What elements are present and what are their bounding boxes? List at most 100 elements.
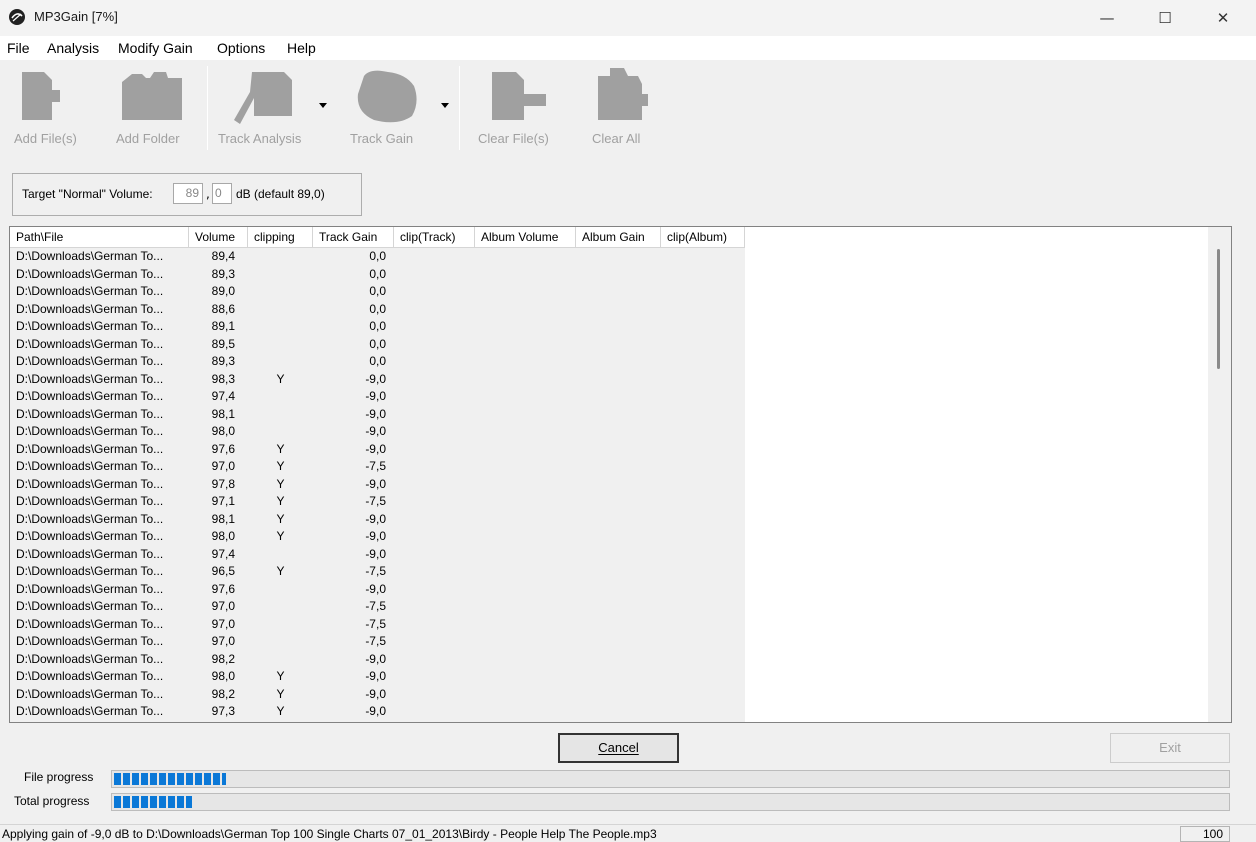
vertical-scrollbar[interactable] [1208, 227, 1231, 722]
table-row[interactable]: D:\Downloads\German To... 89,1 0,0 [10, 318, 745, 336]
file-list-header: Path\File Volume clipping Track Gain cli… [10, 227, 745, 248]
menu-bar: File Analysis Modify Gain Options Help [0, 36, 1256, 60]
column-header-volume[interactable]: Volume [189, 227, 248, 248]
target-volume-integer-input[interactable]: 89 [173, 183, 203, 204]
cell-clipping: Y [276, 459, 285, 473]
add-folder-button[interactable]: Add Folder [114, 60, 190, 155]
cell-path: D:\Downloads\German To... [16, 634, 164, 648]
clear-files-button[interactable]: Clear File(s) [478, 60, 558, 155]
table-row[interactable]: D:\Downloads\German To... 98,0 -9,0 [10, 423, 745, 441]
minimize-button[interactable]: — [1078, 0, 1136, 36]
cell-volume: 98,2 [211, 686, 235, 701]
column-header-album-gain[interactable]: Album Gain [576, 227, 661, 248]
column-header-clip-track[interactable]: clip(Track) [394, 227, 475, 248]
cell-path: D:\Downloads\German To... [16, 371, 164, 386]
menu-help[interactable]: Help [287, 40, 316, 56]
table-row[interactable]: D:\Downloads\German To... 89,3 0,0 [10, 353, 745, 371]
table-row[interactable]: D:\Downloads\German To... 98,1 Y -9,0 [10, 511, 745, 529]
total-progress-label: Total progress [14, 794, 90, 808]
toolbar-separator [459, 66, 460, 150]
maximize-button[interactable]: ☐ [1136, 0, 1194, 36]
column-header-album-volume[interactable]: Album Volume [475, 227, 576, 248]
table-row[interactable]: D:\Downloads\German To... 97,6 Y -9,0 [10, 441, 745, 459]
menu-analysis[interactable]: Analysis [47, 40, 99, 56]
table-row[interactable]: D:\Downloads\German To... 88,6 0,0 [10, 301, 745, 319]
cell-clipping: Y [276, 494, 285, 508]
table-row[interactable]: D:\Downloads\German To... 98,0 Y -9,0 [10, 668, 745, 686]
track-gain-button[interactable]: Track Gain [350, 60, 440, 155]
scrollbar-thumb[interactable] [1217, 249, 1220, 369]
table-row[interactable]: D:\Downloads\German To... 98,3 Y -9,0 [10, 371, 745, 389]
table-row[interactable]: D:\Downloads\German To... 97,4 -9,0 [10, 546, 745, 564]
total-progress-bar [111, 793, 1230, 811]
file-progress-label: File progress [24, 770, 94, 784]
maximize-icon: ☐ [1158, 9, 1172, 27]
cell-clipping [248, 423, 313, 441]
target-volume-decimal-input[interactable]: 0 [212, 183, 232, 204]
status-message: Applying gain of -9,0 dB to D:\Downloads… [2, 827, 657, 841]
cell-volume: 97,6 [211, 441, 235, 456]
cell-path: D:\Downloads\German To... [16, 249, 164, 263]
cell-volume: 89,1 [211, 319, 235, 333]
table-row[interactable]: D:\Downloads\German To... 97,3 Y -9,0 [10, 703, 745, 721]
table-row[interactable]: D:\Downloads\German To... 97,0 -7,5 [10, 616, 745, 634]
cell-path: D:\Downloads\German To... [16, 424, 164, 438]
menu-modify-gain[interactable]: Modify Gain [118, 40, 193, 56]
table-row[interactable]: D:\Downloads\German To... 97,8 Y -9,0 [10, 476, 745, 494]
table-row[interactable]: D:\Downloads\German To... 96,5 Y -7,5 [10, 563, 745, 581]
table-row[interactable]: D:\Downloads\German To... 97,0 -7,5 [10, 633, 745, 651]
cell-track-gain: -9,0 [365, 371, 386, 386]
add-files-label: Add File(s) [14, 131, 77, 146]
file-list[interactable]: Path\File Volume clipping Track Gain cli… [9, 226, 1232, 723]
cell-clipping: Y [276, 511, 285, 526]
table-row[interactable]: D:\Downloads\German To... 98,2 Y -9,0 [10, 686, 745, 704]
table-row[interactable]: D:\Downloads\German To... 97,4 -9,0 [10, 388, 745, 406]
table-row[interactable]: D:\Downloads\German To... 89,4 0,0 [10, 248, 745, 266]
track-gain-dropdown-icon[interactable] [441, 103, 449, 108]
minimize-icon: — [1099, 9, 1115, 27]
table-row[interactable]: D:\Downloads\German To... 98,2 -9,0 [10, 651, 745, 669]
cell-track-gain: -9,0 [365, 686, 386, 701]
cell-track-gain: -9,0 [365, 529, 386, 543]
cell-clipping [248, 616, 313, 634]
column-header-clipping[interactable]: clipping [248, 227, 313, 248]
table-row[interactable]: D:\Downloads\German To... 97,0 -7,5 [10, 598, 745, 616]
menu-file[interactable]: File [7, 40, 30, 56]
table-row[interactable]: D:\Downloads\German To... 97,1 Y -7,5 [10, 493, 745, 511]
table-row[interactable]: D:\Downloads\German To... 97,0 Y -7,5 [10, 458, 745, 476]
cell-clipping [248, 546, 313, 564]
table-row[interactable]: D:\Downloads\German To... 97,6 -9,0 [10, 581, 745, 599]
add-folder-label: Add Folder [116, 131, 180, 146]
table-row[interactable]: D:\Downloads\German To... 98,1 -9,0 [10, 406, 745, 424]
cell-volume: 98,0 [211, 424, 235, 438]
cell-path: D:\Downloads\German To... [16, 354, 164, 368]
cell-track-gain: -7,5 [365, 616, 386, 631]
cancel-button[interactable]: Cancel [558, 733, 679, 763]
add-files-button[interactable]: Add File(s) [14, 60, 84, 155]
track-analysis-dropdown-icon[interactable] [319, 103, 327, 108]
cell-track-gain: -9,0 [365, 476, 386, 491]
cell-clipping: Y [276, 371, 285, 386]
cell-volume: 97,1 [211, 494, 235, 508]
track-analysis-label: Track Analysis [218, 131, 302, 146]
cell-clipping [248, 248, 313, 266]
table-row[interactable]: D:\Downloads\German To... 89,3 0,0 [10, 266, 745, 284]
cell-volume: 96,5 [211, 564, 235, 578]
table-row[interactable]: D:\Downloads\German To... 89,0 0,0 [10, 283, 745, 301]
cell-track-gain: -9,0 [365, 546, 386, 561]
column-header-track-gain[interactable]: Track Gain [313, 227, 394, 248]
cell-volume: 89,3 [211, 354, 235, 368]
clear-all-button[interactable]: Clear All [590, 60, 660, 155]
exit-button[interactable]: Exit [1110, 733, 1230, 763]
cell-volume: 98,0 [211, 529, 235, 543]
table-row[interactable]: D:\Downloads\German To... 89,5 0,0 [10, 336, 745, 354]
table-row[interactable]: D:\Downloads\German To... 98,0 Y -9,0 [10, 528, 745, 546]
cell-path: D:\Downloads\German To... [16, 266, 164, 281]
cell-path: D:\Downloads\German To... [16, 529, 164, 543]
column-header-clip-album[interactable]: clip(Album) [661, 227, 745, 248]
menu-options[interactable]: Options [217, 40, 265, 56]
column-header-path[interactable]: Path\File [10, 227, 189, 248]
cell-track-gain: 0,0 [369, 336, 386, 351]
close-button[interactable]: ✕ [1194, 0, 1252, 36]
track-analysis-button[interactable]: Track Analysis [218, 60, 318, 155]
